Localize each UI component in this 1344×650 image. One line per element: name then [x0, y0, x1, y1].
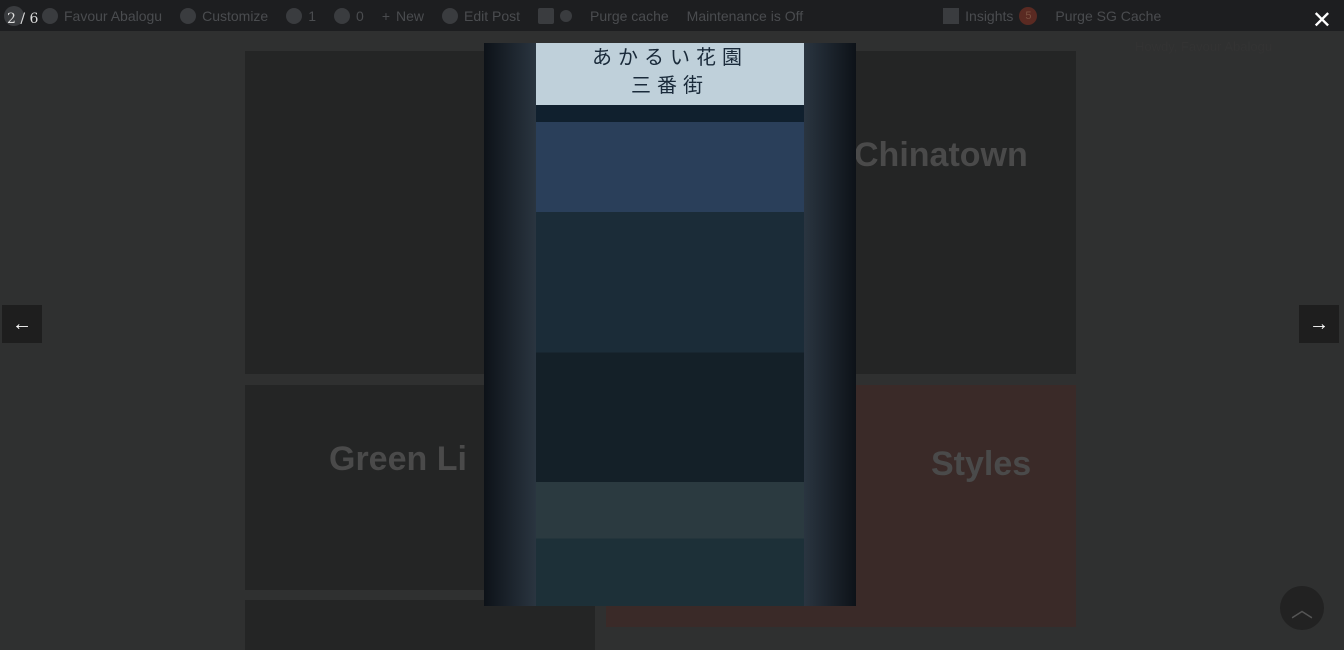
purge-cache-link[interactable]: Purge cache — [590, 8, 669, 24]
yoast-icon — [538, 7, 555, 24]
maintenance-link[interactable]: Maintenance is Off — [687, 8, 803, 24]
chevron-up-icon: ︿ — [1290, 597, 1313, 622]
purge-sg-cache-link[interactable]: Purge SG Cache — [1055, 8, 1161, 24]
pencil-icon — [442, 7, 459, 24]
plus-icon: + — [381, 7, 390, 24]
lightbox-image: あかるい花園 三番街 — [484, 43, 856, 606]
scroll-to-top-button[interactable]: ︿ — [1280, 586, 1324, 630]
chart-icon — [943, 7, 960, 24]
brush-icon — [180, 7, 197, 24]
admin-bar: Favour Abalogu Customize 1 0 + New Edit P… — [0, 0, 1344, 31]
updates-link[interactable]: 1 — [286, 7, 316, 24]
photo-sign: あかるい花園 三番街 — [591, 45, 748, 97]
prev-button[interactable]: ← — [2, 305, 42, 343]
slide-counter: 2 / 6 — [7, 11, 39, 27]
new-link[interactable]: + New — [382, 8, 424, 24]
howdy-account[interactable]: Howdy, Favour Abalogu — [1135, 39, 1272, 54]
dot-icon — [560, 9, 573, 22]
insights-badge: 5 — [1019, 6, 1038, 25]
photo-right-buildings — [803, 43, 856, 606]
insights-link[interactable]: Insights 5 — [943, 6, 1038, 25]
update-icon — [286, 7, 303, 24]
dashboard-icon — [42, 7, 58, 24]
comment-icon — [334, 7, 351, 24]
site-name[interactable]: Favour Abalogu — [42, 7, 162, 24]
photo-left-buildings — [484, 43, 537, 606]
gallery-tile[interactable] — [245, 600, 595, 650]
comments-link[interactable]: 0 — [334, 7, 364, 24]
edit-post-link[interactable]: Edit Post — [442, 7, 520, 24]
yoast-link[interactable] — [538, 7, 573, 24]
customize-link[interactable]: Customize — [180, 7, 268, 24]
close-button[interactable]: ✕ — [1312, 6, 1332, 35]
next-button[interactable]: → — [1299, 305, 1339, 343]
